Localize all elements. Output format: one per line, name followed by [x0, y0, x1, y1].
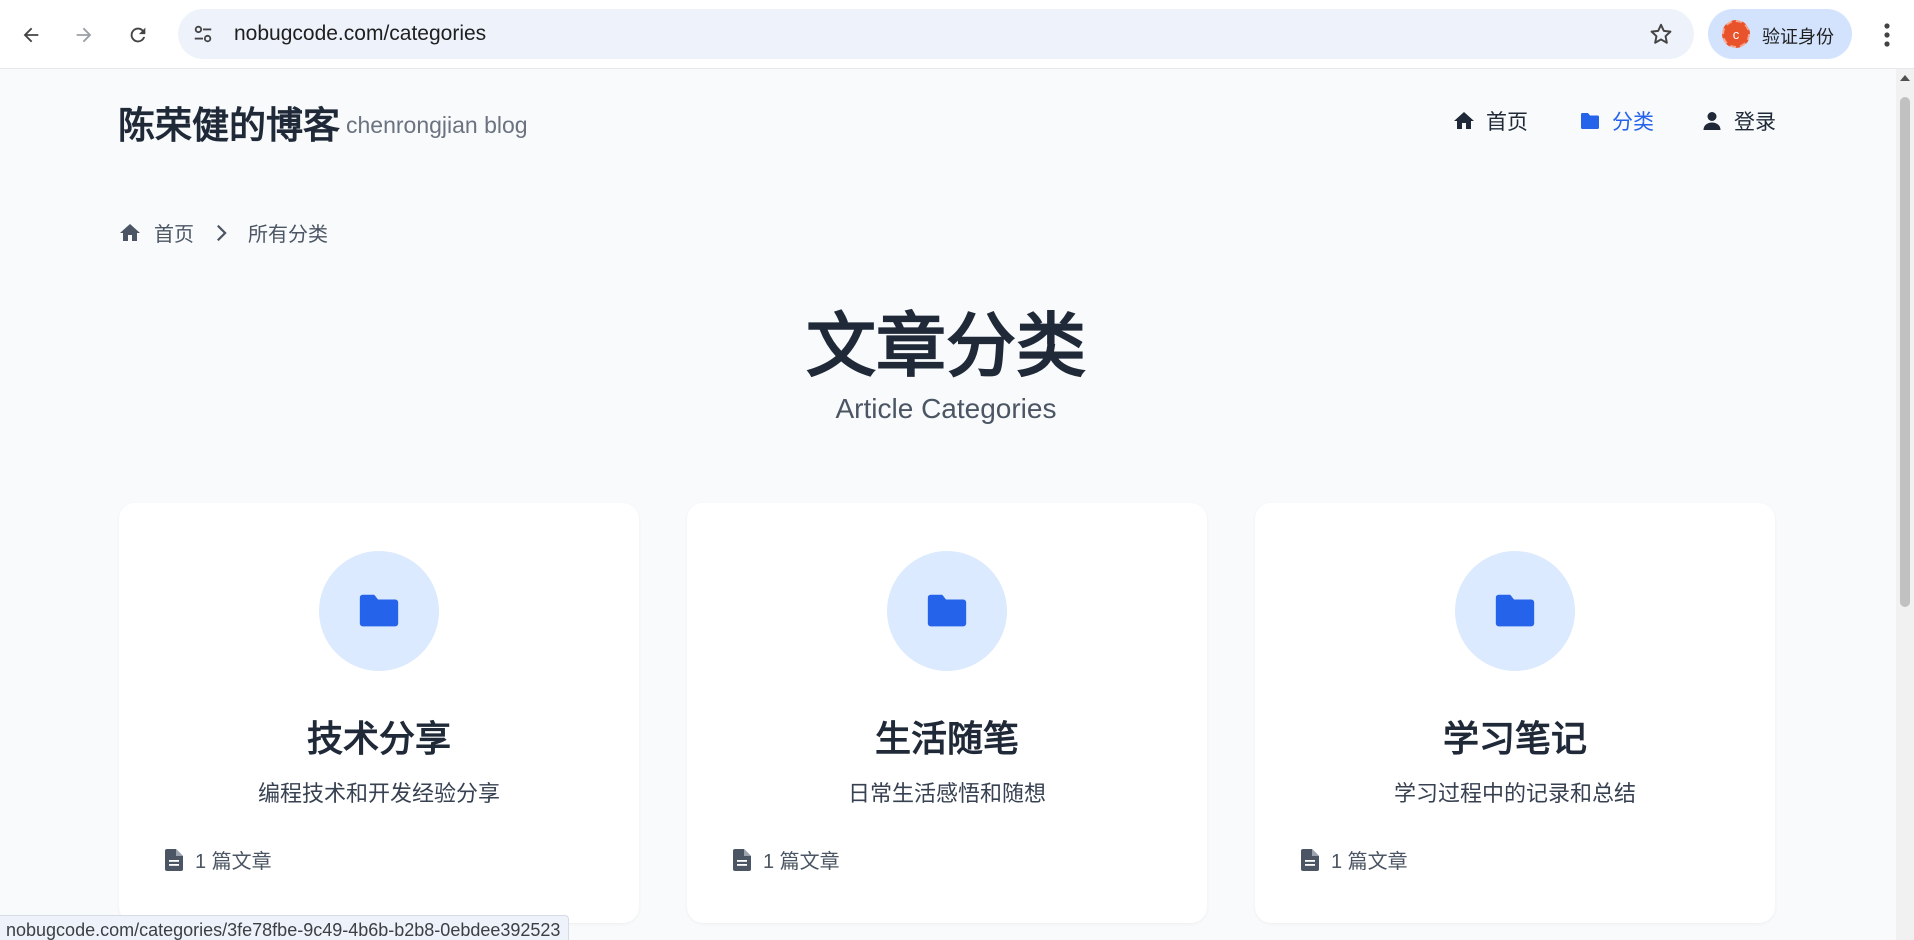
category-description: 日常生活感悟和随想 — [847, 781, 1046, 806]
category-card[interactable]: 生活随笔 日常生活感悟和随想 1 篇文章 — [687, 503, 1207, 923]
home-icon — [120, 223, 140, 241]
folder-icon — [359, 594, 399, 627]
site-title[interactable]: 陈荣健的博客 — [118, 95, 340, 149]
category-count-text: 1 篇文章 — [763, 851, 840, 873]
document-icon — [733, 848, 751, 871]
browser-toolbar: nobugcode.com/categories c 验证身份 — [0, 0, 1914, 69]
document-icon — [165, 848, 183, 871]
page-title: 文章分类 — [806, 304, 1086, 387]
star-icon[interactable] — [1648, 21, 1674, 47]
forward-button[interactable] — [64, 15, 104, 55]
folder-icon — [1581, 113, 1599, 129]
breadcrumb-home[interactable]: 首页 — [154, 218, 194, 247]
url-text[interactable]: nobugcode.com/categories — [234, 22, 486, 46]
back-button[interactable] — [11, 15, 51, 55]
page-subtitle: Article Categories — [835, 393, 1057, 424]
profile-label: 验证身份 — [1762, 27, 1834, 47]
reload-icon — [130, 27, 146, 43]
category-article-count: 1 篇文章 — [1301, 845, 1408, 874]
category-article-count: 1 篇文章 — [733, 845, 840, 874]
document-icon — [1301, 848, 1319, 871]
category-title[interactable]: 生活随笔 — [687, 710, 1207, 762]
category-count-text: 1 篇文章 — [195, 851, 272, 873]
category-icon-circle — [319, 551, 439, 671]
category-title[interactable]: 学习笔记 — [1255, 710, 1775, 762]
site-subtitle: chenrongjian blog — [346, 112, 528, 138]
kebab-menu-icon[interactable] — [1872, 18, 1902, 52]
chevron-right-icon — [217, 224, 227, 241]
nav-login[interactable]: 登录 — [1700, 106, 1776, 136]
nav-home[interactable]: 首页 — [1452, 106, 1528, 136]
scroll-up-arrow-icon[interactable] — [1900, 75, 1910, 81]
category-count-text: 1 篇文章 — [1331, 851, 1408, 873]
scroll-thumb[interactable] — [1900, 97, 1910, 607]
folder-icon — [1495, 594, 1535, 627]
avatar: c — [1722, 20, 1750, 48]
home-icon — [1454, 112, 1474, 129]
status-bar-url: nobugcode.com/categories/3fe78fbe-9c49-4… — [0, 915, 570, 940]
folder-icon — [927, 594, 967, 627]
category-description: 编程技术和开发经验分享 — [257, 781, 500, 806]
category-title[interactable]: 技术分享 — [119, 710, 639, 762]
category-description: 学习过程中的记录和总结 — [1393, 781, 1636, 806]
category-article-count: 1 篇文章 — [165, 845, 272, 874]
arrow-right-icon — [76, 27, 92, 43]
reload-button[interactable] — [118, 15, 158, 55]
address-bar[interactable]: nobugcode.com/categories — [178, 9, 1694, 59]
nav-categories-label: 分类 — [1612, 111, 1654, 134]
page-scrollbar[interactable] — [1896, 69, 1914, 940]
nav-login-label: 登录 — [1734, 111, 1776, 134]
breadcrumb: 首页 所有分类 — [118, 218, 328, 247]
category-icon-circle — [887, 551, 1007, 671]
nav-home-label: 首页 — [1486, 111, 1528, 134]
tune-icon[interactable] — [192, 23, 214, 45]
category-card[interactable]: 技术分享 编程技术和开发经验分享 1 篇文章 — [119, 503, 639, 923]
arrow-left-icon — [23, 27, 39, 43]
user-icon — [1703, 112, 1721, 130]
category-icon-circle — [1455, 551, 1575, 671]
profile-button[interactable]: c 验证身份 — [1708, 9, 1852, 59]
breadcrumb-current: 所有分类 — [248, 224, 328, 246]
category-card[interactable]: 学习笔记 学习过程中的记录和总结 1 篇文章 — [1255, 503, 1775, 923]
nav-categories[interactable]: 分类 — [1578, 106, 1654, 136]
